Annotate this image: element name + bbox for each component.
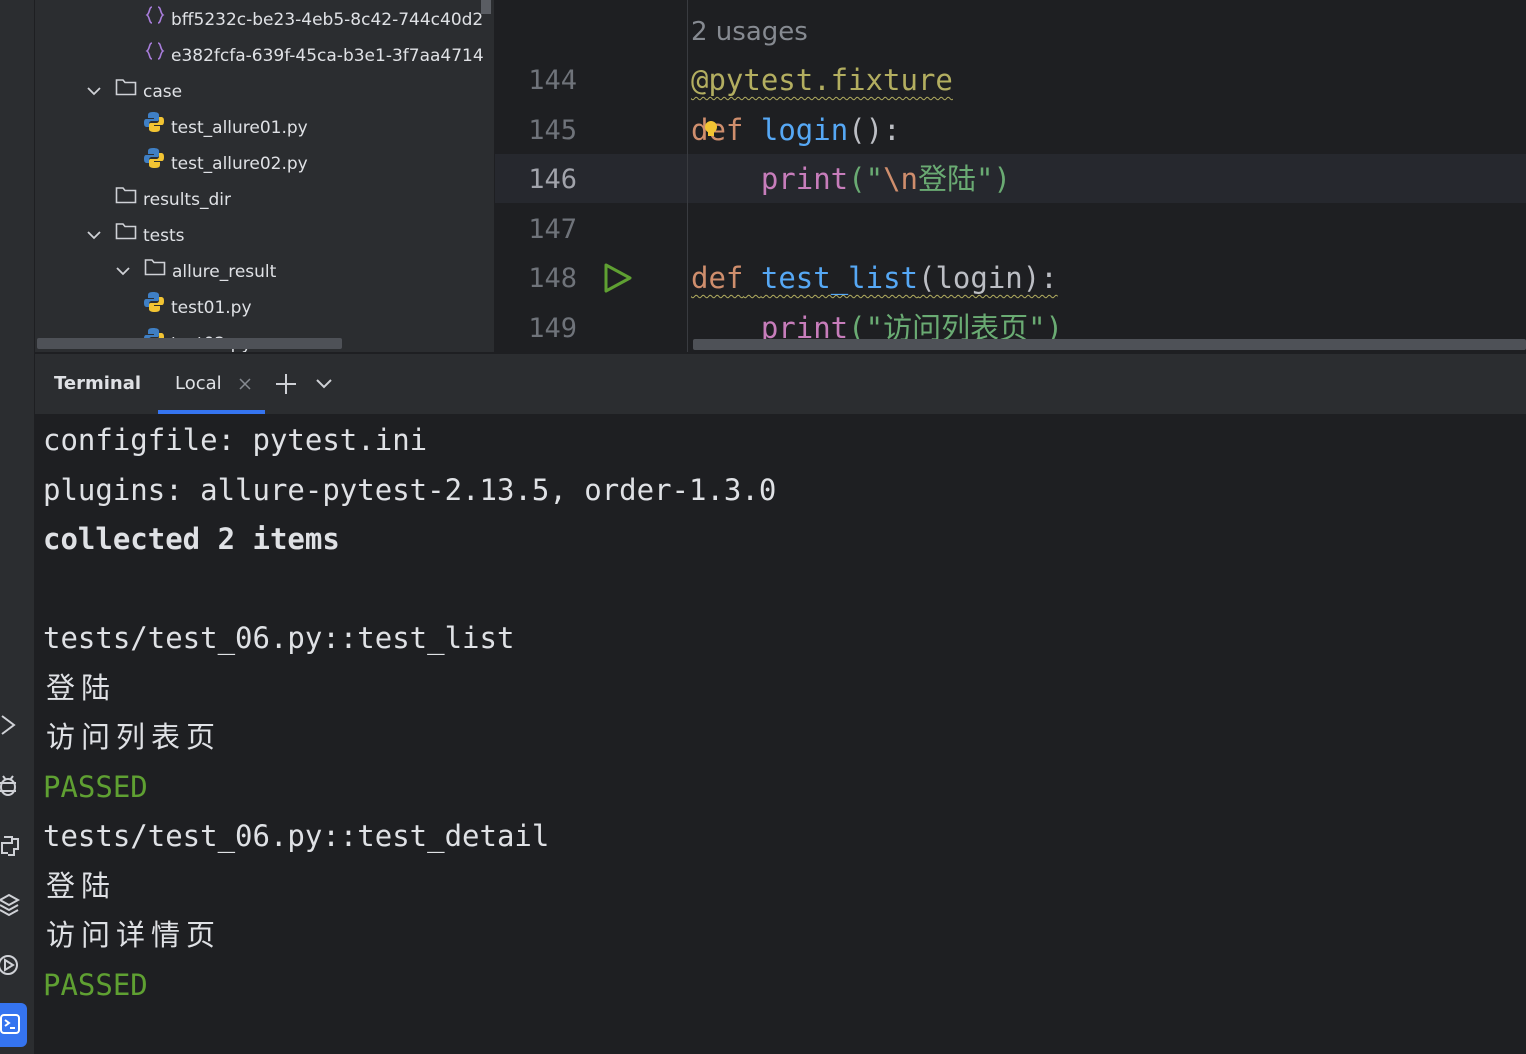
code-line-144: @pytest.fixture	[691, 56, 953, 105]
line-number: 147	[528, 214, 577, 245]
project-tree: bff5232c-be23-4eb5-8c42-744c40d2 e382fcf…	[35, 0, 494, 352]
python-file-icon	[143, 146, 165, 182]
line-number: 144	[528, 65, 577, 96]
tree-item[interactable]: bff5232c-be23-4eb5-8c42-744c40d2	[145, 2, 483, 38]
string-token: ")	[976, 162, 1011, 196]
chevron-down-icon[interactable]	[315, 376, 333, 395]
close-icon[interactable]	[238, 376, 252, 395]
line-number: 148	[528, 263, 577, 294]
terminal-line: 登陆	[46, 869, 117, 903]
keyword-token: def	[691, 261, 744, 295]
layers-icon[interactable]	[0, 892, 22, 918]
terminal-title: Terminal	[54, 373, 142, 394]
tree-folder-allure-result[interactable]: allure_result	[144, 254, 276, 290]
services-icon[interactable]	[0, 952, 22, 978]
tree-folder-results-dir[interactable]: results_dir	[115, 182, 231, 218]
terminal-tool-button[interactable]	[0, 1003, 27, 1047]
decorator-token: @pytest.fixture	[691, 63, 953, 97]
tab-local[interactable]: Local	[158, 354, 265, 414]
terminal-header: Terminal Local	[35, 354, 1526, 414]
test-status-passed: PASSED	[43, 968, 148, 1002]
code-editor[interactable]: 2 usages 144 145 146 147 148 149 @pytest…	[495, 0, 1526, 352]
folder-icon	[115, 182, 137, 218]
tool-window-strip	[0, 0, 35, 1054]
run-icon[interactable]	[0, 712, 22, 738]
code-line-148: def test_list(login):	[691, 254, 1058, 303]
chevron-down-icon[interactable]	[116, 254, 130, 290]
chevron-down-icon[interactable]	[87, 218, 101, 254]
string-token: ("	[848, 162, 884, 196]
folder-icon	[115, 218, 137, 254]
builtin-token: print	[760, 162, 849, 196]
folder-icon	[115, 74, 137, 110]
terminal-line: 访问详情页	[46, 918, 222, 952]
tree-horizontal-scrollbar[interactable]	[37, 338, 342, 349]
terminal-line: plugins: allure-pytest-2.13.5, order-1.3…	[43, 473, 777, 507]
code-line-145: def login():	[691, 106, 901, 155]
python-file-icon	[143, 290, 165, 326]
json-braces-icon	[145, 38, 165, 74]
tab-label: Local	[175, 373, 222, 394]
terminal-line: tests/test_06.py::test_detail	[43, 819, 550, 853]
terminal-output[interactable]: configfile: pytest.ini plugins: allure-p…	[35, 414, 1526, 1054]
tree-item[interactable]: test_allure01.py	[143, 110, 308, 146]
terminal-line: configfile: pytest.ini	[43, 423, 428, 457]
python-console-icon[interactable]	[0, 833, 22, 859]
code-line-146: print("\n登陆")	[691, 155, 1011, 204]
tree-item[interactable]: e382fcfa-639f-45ca-b3e1-3f7aa4714	[145, 38, 484, 74]
tree-folder-tests[interactable]: tests	[115, 218, 185, 254]
function-name-token: test_list	[760, 261, 918, 295]
terminal-line: tests/test_06.py::test_list	[43, 621, 515, 655]
lightbulb-icon[interactable]	[703, 120, 719, 138]
test-status-passed: PASSED	[43, 770, 148, 804]
terminal-line: 访问列表页	[46, 720, 222, 754]
python-file-icon	[143, 110, 165, 146]
tree-item[interactable]: test01.py	[143, 290, 252, 326]
gutter-divider	[687, 0, 688, 352]
terminal-line: 登陆	[46, 671, 117, 705]
editor-horizontal-scrollbar[interactable]	[693, 339, 1526, 350]
tree-item[interactable]: test_allure02.py	[143, 146, 308, 182]
function-name-token: login	[760, 113, 849, 147]
add-icon[interactable]	[275, 373, 297, 399]
chevron-down-icon[interactable]	[87, 74, 101, 110]
tree-folder-case[interactable]: case	[115, 74, 182, 110]
json-braces-icon	[145, 2, 165, 38]
line-number: 145	[528, 115, 577, 146]
line-number: 146	[528, 164, 577, 195]
debug-icon[interactable]	[0, 773, 22, 799]
line-number: 149	[528, 313, 577, 344]
usages-hint[interactable]: 2 usages	[691, 10, 808, 54]
punctuation-token: (login):	[918, 261, 1058, 295]
run-test-icon[interactable]	[603, 262, 633, 298]
terminal-line: collected 2 items	[43, 522, 340, 556]
escape-token: \n	[883, 162, 918, 196]
tree-vertical-scrollbar[interactable]	[481, 0, 491, 14]
string-token: 登陆	[918, 162, 977, 196]
folder-icon	[144, 254, 166, 290]
punctuation-token: ():	[848, 113, 901, 147]
